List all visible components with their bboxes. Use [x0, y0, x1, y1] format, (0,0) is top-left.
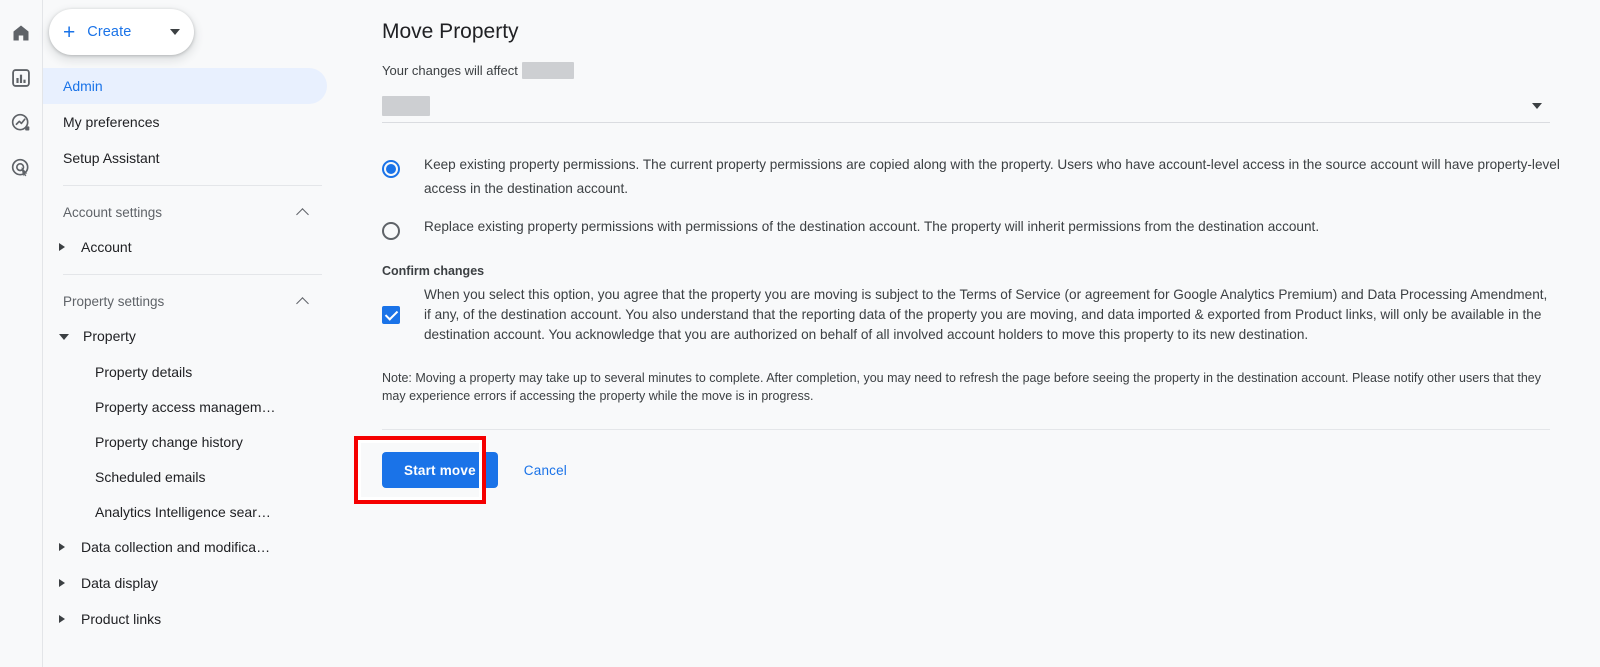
sidebar-item-my-preferences[interactable]: My preferences: [43, 104, 327, 140]
triangle-right-icon: [59, 543, 65, 551]
chevron-down-icon: [170, 29, 180, 35]
cancel-button[interactable]: Cancel: [524, 463, 567, 478]
page-title: Move Property: [382, 20, 519, 43]
triangle-right-icon: [59, 615, 65, 623]
triangle-right-icon: [59, 579, 65, 587]
actions-row: Start move Cancel: [354, 436, 1600, 504]
move-note-text: Note: Moving a property may take up to s…: [382, 371, 1541, 403]
sidebar-group-label: Property: [83, 328, 136, 344]
admin-sidebar: + Create Admin My preferences Setup Assi…: [43, 0, 340, 667]
sidebar-item-label: Property change history: [95, 433, 243, 450]
plus-icon: +: [63, 20, 76, 44]
section-property-settings[interactable]: Property settings: [43, 284, 327, 318]
explore-icon[interactable]: [6, 108, 36, 138]
sidebar-group-label: Data collection and modifica…: [81, 539, 271, 555]
sidebar-item-property-change-history[interactable]: Property change history: [43, 424, 340, 459]
home-icon[interactable]: [6, 18, 36, 48]
destination-account-select[interactable]: [382, 89, 1550, 123]
sidebar-item-label: Analytics Intelligence sear…: [95, 503, 271, 520]
sidebar-item-analytics-intelligence-search[interactable]: Analytics Intelligence sear…: [43, 494, 340, 529]
sidebar-item-admin[interactable]: Admin: [43, 68, 327, 104]
sidebar-group-label: Product links: [81, 611, 162, 627]
radio-option-keep-permissions[interactable]: Keep existing property permissions. The …: [382, 153, 1600, 201]
sidebar-item-label: Property details: [95, 363, 193, 380]
sidebar-item-property-access-management[interactable]: Property access managem…: [43, 389, 340, 424]
radio-button[interactable]: [382, 160, 400, 178]
redacted-selected-value: [382, 95, 430, 116]
nav-divider: [63, 274, 322, 275]
sidebar-item-label: Admin: [63, 78, 103, 94]
sidebar-item-setup-assistant[interactable]: Setup Assistant: [43, 140, 327, 176]
sidebar-item-label: My preferences: [63, 114, 160, 130]
confirm-changes-row: When you select this option, you agree t…: [382, 285, 1600, 345]
sidebar-item-label: Scheduled emails: [95, 468, 206, 485]
triangle-right-icon: [59, 243, 65, 251]
create-button-label: Create: [87, 24, 132, 40]
section-account-settings[interactable]: Account settings: [43, 195, 327, 229]
permission-options-group: Keep existing property permissions. The …: [382, 153, 1600, 240]
redacted-account-name: [521, 62, 574, 79]
changes-affect-row: Your changes will affect: [382, 62, 1600, 79]
reports-bar-chart-icon[interactable]: [6, 63, 36, 93]
sidebar-item-label: Property access managem…: [95, 398, 276, 415]
start-move-button[interactable]: Start move: [382, 452, 498, 488]
sidebar-group-data-display[interactable]: Data display: [43, 565, 340, 601]
advertising-target-icon[interactable]: [6, 153, 36, 183]
section-label: Account settings: [63, 204, 163, 220]
section-label: Property settings: [63, 293, 165, 309]
main-content: Move Property Your changes will affect K…: [340, 0, 1600, 667]
radio-button[interactable]: [382, 222, 400, 240]
google-analytics-admin-window: + Create Admin My preferences Setup Assi…: [0, 0, 1600, 667]
icon-rail: [0, 0, 43, 667]
sidebar-group-data-collection[interactable]: Data collection and modifica…: [43, 529, 340, 565]
radio-option-label: Keep existing property permissions. The …: [424, 157, 1560, 196]
sidebar-group-account[interactable]: Account: [43, 229, 340, 265]
confirm-changes-text: When you select this option, you agree t…: [424, 287, 1548, 342]
chevron-up-icon: [296, 207, 309, 221]
triangle-down-icon: [59, 334, 69, 340]
sidebar-group-label: Account: [81, 239, 132, 255]
chevron-down-icon: [1532, 102, 1542, 109]
radio-option-label: Replace existing property permissions wi…: [424, 219, 1320, 234]
primary-nav-list: Admin My preferences Setup Assistant: [43, 68, 340, 176]
nav-divider: [63, 185, 322, 186]
confirm-changes-heading: Confirm changes: [382, 264, 485, 278]
sidebar-item-property-details[interactable]: Property details: [43, 354, 340, 389]
changes-affect-label: Your changes will affect: [382, 63, 518, 78]
create-button[interactable]: + Create: [49, 9, 194, 55]
confirm-changes-checkbox[interactable]: [382, 306, 400, 324]
sidebar-group-property[interactable]: Property: [43, 318, 340, 354]
chevron-up-icon: [296, 296, 309, 310]
radio-option-replace-permissions[interactable]: Replace existing property permissions wi…: [382, 215, 1600, 240]
actions-divider: [382, 429, 1550, 430]
sidebar-item-scheduled-emails[interactable]: Scheduled emails: [43, 459, 340, 494]
sidebar-group-product-links[interactable]: Product links: [43, 601, 340, 637]
sidebar-group-label: Data display: [81, 575, 159, 591]
sidebar-item-label: Setup Assistant: [63, 150, 160, 166]
